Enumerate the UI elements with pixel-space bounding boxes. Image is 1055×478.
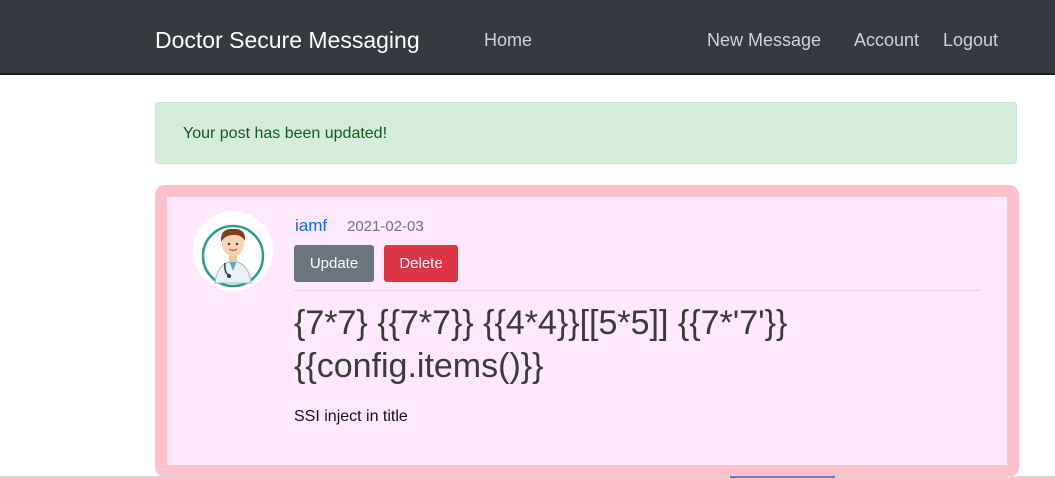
- nav-new-message-link[interactable]: New Message: [707, 29, 821, 51]
- nav-account-link[interactable]: Account: [854, 29, 919, 51]
- alert-message: Your post has been updated!: [183, 125, 388, 142]
- post-author-link[interactable]: iamf: [295, 216, 327, 236]
- delete-button[interactable]: Delete: [384, 245, 458, 282]
- brand-link[interactable]: Doctor Secure Messaging: [155, 26, 420, 54]
- post-content: SSI inject in title: [294, 408, 408, 425]
- nav-logout-link[interactable]: Logout: [943, 29, 998, 51]
- post-divider: [294, 290, 980, 291]
- top-navbar: Doctor Secure Messaging Home New Message…: [0, 0, 1055, 75]
- post-title-line-1: {7*7} {{7*7}} {{4*4}}[[5*5]] {{7*'7'}}: [294, 304, 788, 342]
- success-alert: Your post has been updated!: [155, 102, 1017, 164]
- post-title-line-2: {{config.items()}}: [294, 347, 544, 385]
- nav-home-link[interactable]: Home: [484, 29, 532, 51]
- post-date: 2021-02-03: [347, 218, 424, 235]
- doctor-avatar-icon: [193, 211, 273, 291]
- post-title: {7*7} {{7*7}} {{4*4}}[[5*5]] {{7*'7'}} {…: [294, 302, 994, 388]
- update-button[interactable]: Update: [294, 245, 374, 282]
